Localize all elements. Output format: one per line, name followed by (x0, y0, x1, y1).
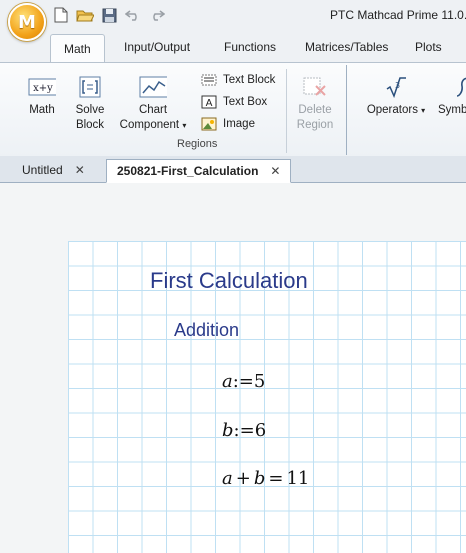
math-label: Math (29, 104, 55, 116)
text-box-icon: A (201, 95, 217, 109)
symbols-icon (450, 75, 466, 99)
delete-region-button[interactable]: Delete Region (294, 75, 336, 133)
text-box-label: Text Box (223, 96, 268, 108)
tab-plots[interactable]: Plots (415, 40, 442, 54)
variable-a: a (222, 468, 233, 489)
definition-operator: := (233, 420, 255, 441)
ribbon-group-divider (346, 65, 347, 155)
operators-icon: 3 (382, 75, 410, 99)
close-icon[interactable]: ✕ (75, 163, 85, 177)
worksheet-subtitle[interactable]: Addition (174, 320, 239, 341)
math-region-button[interactable]: x+y Math (24, 75, 60, 118)
image-icon (201, 117, 217, 131)
mathcad-logo-button[interactable]: M (8, 3, 46, 41)
math-region-a[interactable]: a:=5 (222, 371, 265, 392)
svg-text:3: 3 (395, 81, 400, 90)
document-tab-bar: Untitled ✕ 250821-First_Calculation ✕ (0, 156, 466, 183)
sum-result: 11 (286, 468, 310, 489)
doc-tab-label: 250821-First_Calculation (117, 164, 259, 178)
text-block-button[interactable]: Text Block (201, 73, 275, 87)
doc-tab-first-calculation[interactable]: 250821-First_Calculation ✕ (106, 159, 292, 183)
operators-button[interactable]: 3 Operators ▾ (358, 75, 434, 118)
title-bar: M PTC Mathcad Prime 11.0.0 (0, 0, 466, 41)
solve-block-icon (76, 75, 104, 99)
regions-group-label: Regions (177, 138, 218, 150)
worksheet-area[interactable] (0, 183, 466, 553)
new-document-icon[interactable] (52, 6, 70, 24)
open-folder-icon[interactable] (76, 6, 94, 24)
plus-operator: + (235, 468, 251, 489)
math-region-b[interactable]: b:=6 (222, 420, 266, 441)
tab-math[interactable]: Math (50, 34, 105, 63)
tab-functions[interactable]: Functions (224, 40, 276, 54)
value-a: 5 (253, 371, 266, 392)
delete-label-1: Delete (298, 104, 332, 116)
evaluation-operator: = (268, 468, 284, 489)
delete-label-2: Region (296, 119, 334, 131)
ribbon-panel: x+y Math Solve Block Chart Component ▾ T… (0, 62, 466, 158)
doc-tab-untitled[interactable]: Untitled ✕ (12, 159, 95, 181)
variable-b: b (222, 420, 234, 441)
math-icon-text: x+y (33, 83, 53, 94)
delete-region-icon (301, 75, 329, 99)
value-b: 6 (254, 420, 267, 441)
save-icon[interactable] (100, 6, 118, 24)
quick-access-toolbar (52, 6, 166, 24)
tab-input-output[interactable]: Input/Output (124, 40, 190, 54)
svg-text:A: A (206, 98, 213, 109)
text-block-icon (201, 73, 217, 87)
variable-b: b (253, 468, 266, 489)
chart-label-2: Component ▾ (118, 118, 188, 133)
logo-letter: M (18, 11, 36, 33)
chevron-down-icon: ▾ (182, 121, 187, 130)
math-region-sum[interactable]: a + b = 11 (222, 468, 309, 489)
variable-a: a (222, 371, 233, 392)
chart-icon (139, 75, 167, 99)
chart-label-2-text: Component (119, 119, 180, 131)
text-box-button[interactable]: A Text Box (201, 95, 267, 109)
worksheet-title[interactable]: First Calculation (150, 268, 308, 294)
chevron-down-icon: ▾ (421, 106, 426, 115)
image-button[interactable]: Image (201, 117, 255, 131)
close-icon[interactable]: ✕ (270, 164, 280, 178)
chart-component-button[interactable]: Chart Component ▾ (118, 75, 188, 133)
text-block-label: Text Block (223, 74, 276, 86)
window-title: PTC Mathcad Prime 11.0.0 (330, 8, 466, 22)
solve-block-button[interactable]: Solve Block (72, 75, 108, 133)
operators-label-text: Operators (366, 104, 418, 116)
math-region-icon: x+y (28, 75, 56, 99)
doc-tab-label: Untitled (22, 163, 63, 177)
symbols-button[interactable]: Symbo (438, 75, 466, 118)
tab-matrices-tables[interactable]: Matrices/Tables (305, 40, 388, 54)
definition-operator: := (232, 371, 254, 392)
symbols-label: Symbo (438, 104, 466, 116)
ribbon-separator (286, 69, 287, 153)
chart-label-1: Chart (138, 104, 168, 116)
redo-icon[interactable] (148, 6, 166, 24)
ribbon-tab-bar: Math Input/Output Functions Matrices/Tab… (0, 32, 466, 63)
operators-label: Operators ▾ (358, 103, 434, 118)
solve-label-2: Block (75, 119, 105, 131)
undo-icon[interactable] (124, 6, 142, 24)
solve-label-1: Solve (75, 104, 105, 116)
image-label: Image (223, 118, 255, 130)
